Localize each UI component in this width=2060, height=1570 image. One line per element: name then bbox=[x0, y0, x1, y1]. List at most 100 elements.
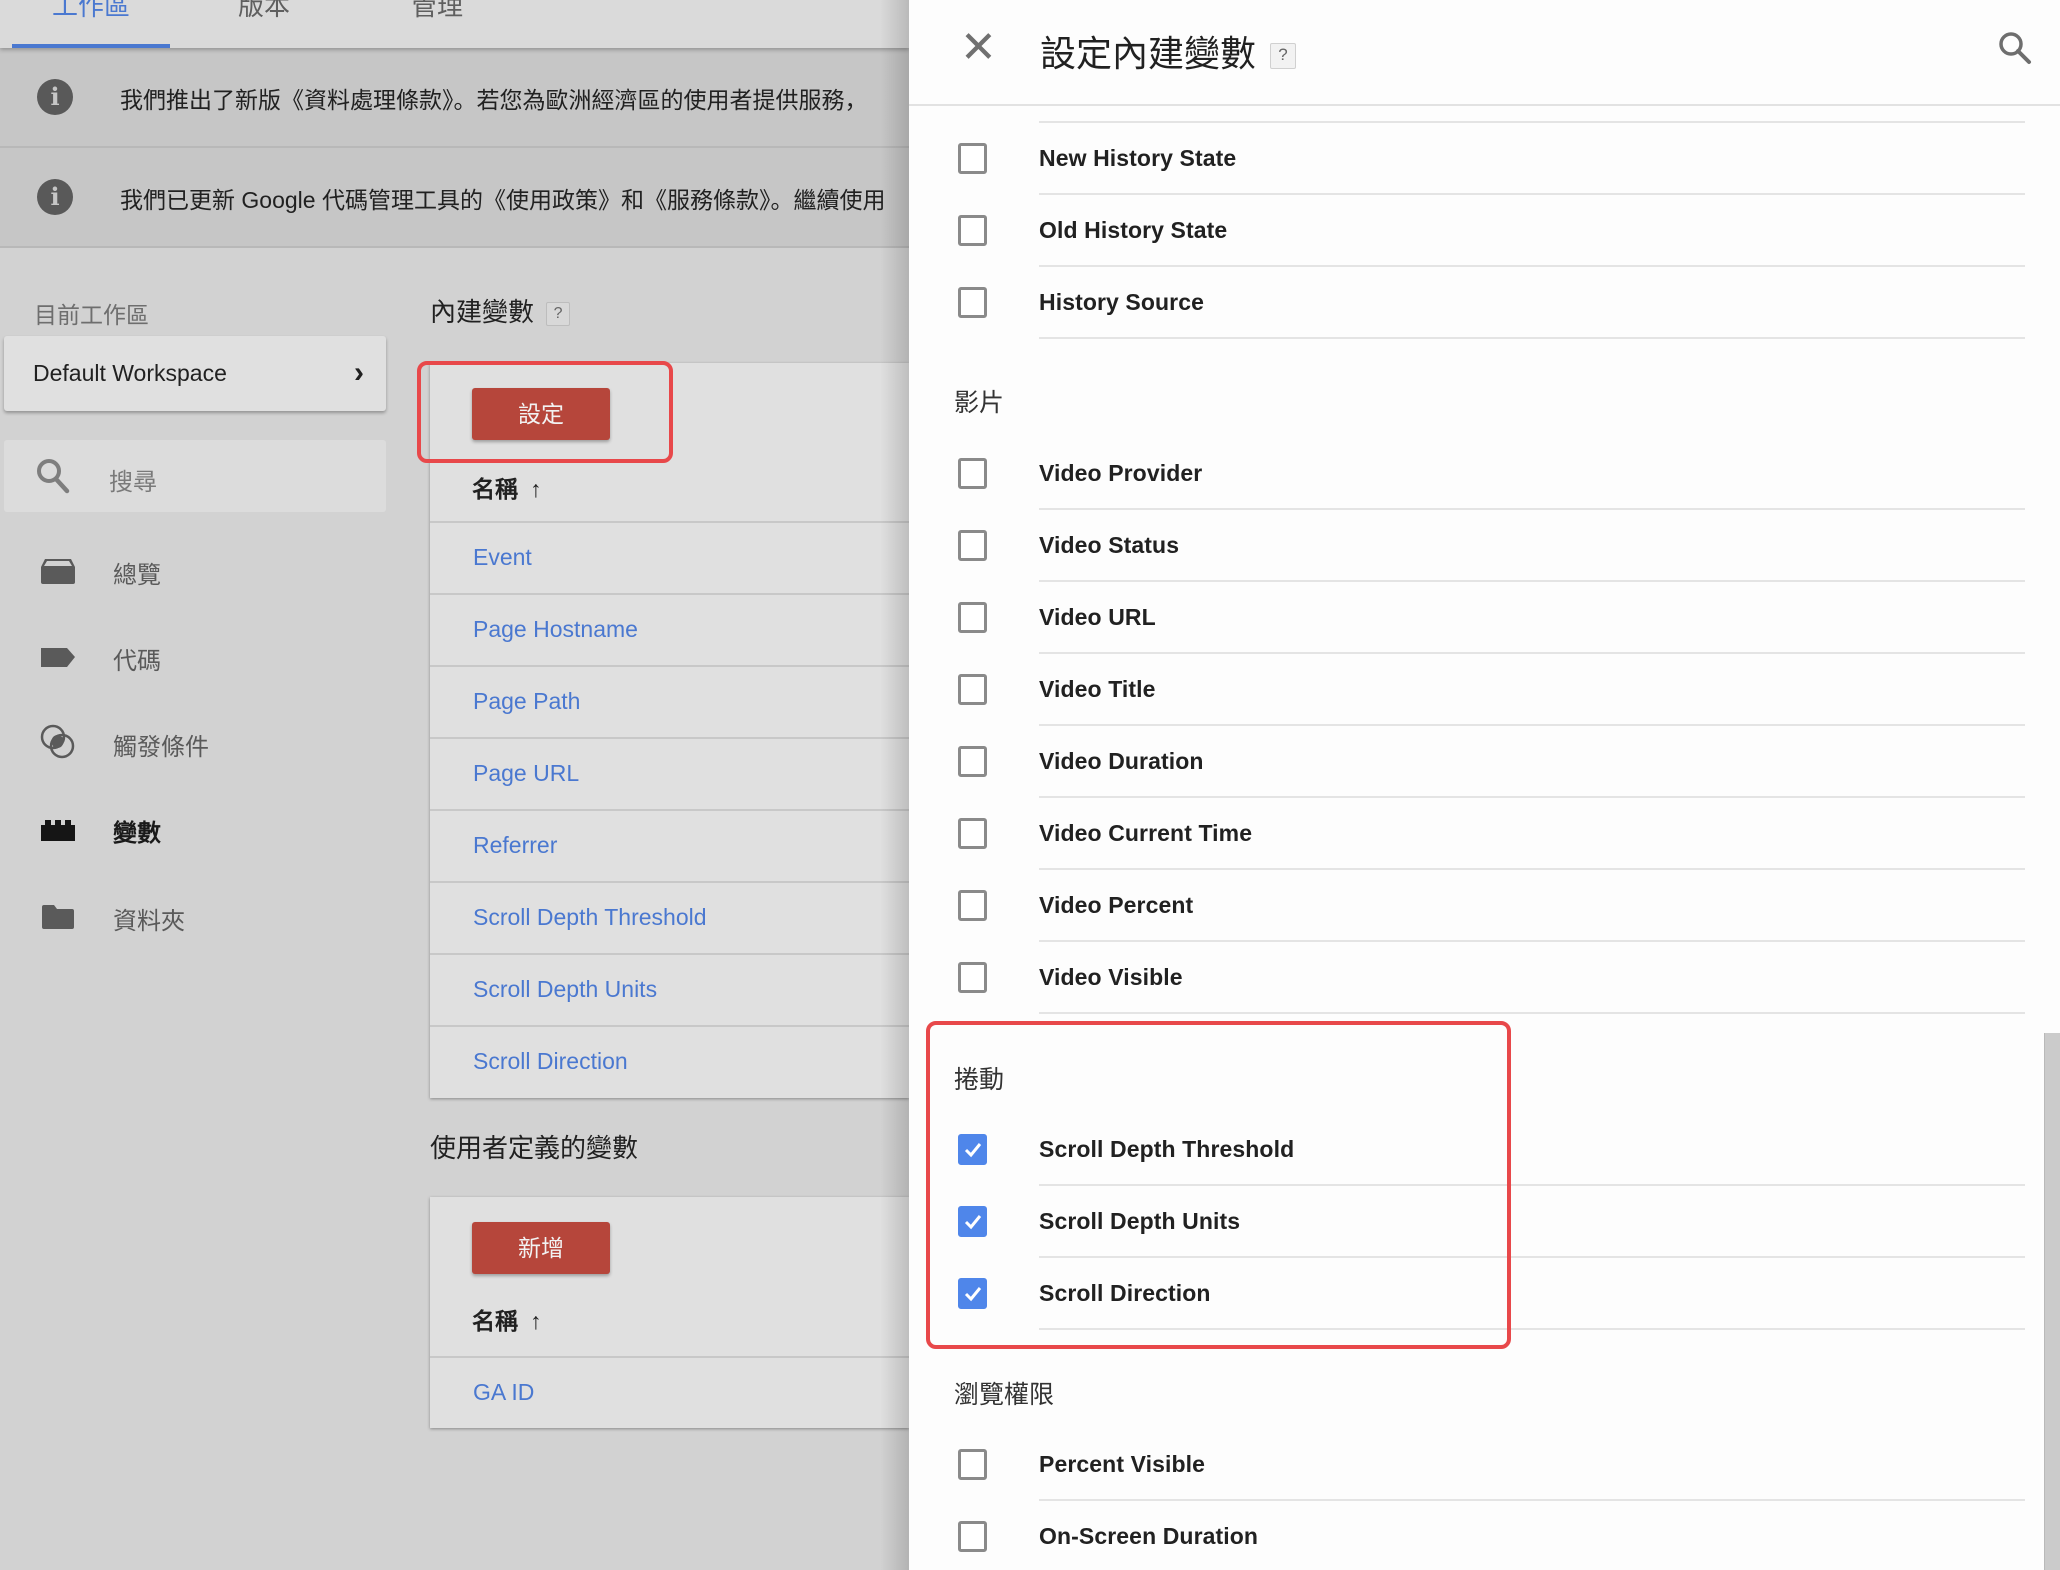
builtin-variables-title: 內建變數? bbox=[430, 292, 571, 329]
checkbox[interactable] bbox=[958, 746, 987, 777]
highlight-box-configure bbox=[417, 361, 673, 463]
trigger-icon bbox=[40, 724, 75, 759]
variable-option[interactable]: New History State bbox=[909, 122, 2039, 195]
variable-link[interactable]: Page URL bbox=[473, 760, 579, 787]
variable-option[interactable]: Video Status bbox=[909, 509, 2039, 582]
variable-option[interactable]: Video Percent bbox=[909, 869, 2039, 942]
checkbox[interactable] bbox=[958, 1449, 987, 1480]
builtin-variables-title-text: 內建變數 bbox=[430, 297, 535, 327]
tab-versions[interactable]: 版本 bbox=[238, 0, 290, 23]
variable-option[interactable]: Video Provider bbox=[909, 437, 2039, 510]
notice-text: 我們推出了新版《資料處理條款》。若您為歐洲經濟區的使用者提供服務， bbox=[120, 87, 868, 113]
variable-link[interactable]: GA ID bbox=[473, 1379, 534, 1406]
table-row: Page URL bbox=[430, 737, 909, 809]
variable-option[interactable]: Old History State bbox=[909, 194, 2039, 267]
sidebar-search-input[interactable]: 搜尋 bbox=[4, 440, 386, 512]
sidebar-item-label: 總覽 bbox=[113, 562, 161, 589]
tab-admin[interactable]: 管理 bbox=[411, 0, 463, 23]
variable-option[interactable]: Video Current Time bbox=[909, 797, 2039, 870]
variable-link[interactable]: Scroll Depth Threshold bbox=[473, 904, 707, 931]
close-icon[interactable]: ✕ bbox=[960, 24, 997, 72]
search-icon[interactable] bbox=[1998, 31, 2032, 65]
variable-option[interactable]: Video Visible bbox=[909, 941, 2039, 1014]
sidebar-item-triggers[interactable]: 觸發條件 bbox=[0, 713, 390, 773]
search-placeholder: 搜尋 bbox=[109, 469, 157, 496]
variable-option[interactable]: On-Screen Duration bbox=[909, 1500, 2039, 1570]
group-title-visibility: 瀏覽權限 bbox=[954, 1381, 1055, 1409]
info-icon: i bbox=[37, 179, 73, 215]
variable-link[interactable]: Scroll Direction bbox=[473, 1048, 628, 1075]
variable-option-label: Video URL bbox=[1039, 604, 1156, 630]
variable-option-label: New History State bbox=[1039, 145, 1237, 171]
checkbox[interactable] bbox=[958, 1521, 987, 1552]
name-column-header[interactable]: 名稱 ↑ bbox=[472, 470, 542, 504]
variable-option-label: Video Current Time bbox=[1039, 820, 1253, 846]
checkbox[interactable] bbox=[958, 530, 987, 561]
sidebar-item-label: 變數 bbox=[113, 820, 161, 847]
column-header-label: 名稱 bbox=[472, 1308, 518, 1334]
sidebar-item-variables[interactable]: 變數 bbox=[0, 799, 390, 859]
variable-link[interactable]: Event bbox=[473, 544, 532, 571]
workspace-name: Default Workspace bbox=[33, 360, 227, 386]
user-defined-variables-card: 新增 名稱 ↑ GA ID bbox=[430, 1197, 909, 1428]
panel-header: ✕ 設定內建變數? bbox=[909, 0, 2060, 106]
search-icon bbox=[37, 459, 70, 494]
variable-link[interactable]: Page Hostname bbox=[473, 616, 638, 643]
checkbox[interactable] bbox=[958, 674, 987, 705]
sort-ascending-icon: ↑ bbox=[530, 1308, 542, 1334]
variable-option[interactable]: History Source bbox=[909, 266, 2039, 339]
checkbox[interactable] bbox=[958, 602, 987, 633]
variable-option[interactable]: Video Duration bbox=[909, 725, 2039, 798]
variable-option-label: Video Duration bbox=[1039, 748, 1204, 774]
checkbox[interactable] bbox=[958, 215, 987, 246]
table-row: Referrer bbox=[430, 809, 909, 881]
panel-shadow bbox=[880, 0, 909, 1570]
checkbox[interactable] bbox=[958, 962, 987, 993]
variable-link[interactable]: Scroll Depth Units bbox=[473, 976, 657, 1003]
highlight-box-scroll-group bbox=[926, 1021, 1511, 1349]
variable-option[interactable]: Percent Visible bbox=[909, 1428, 2039, 1501]
current-workspace-label: 目前工作區 bbox=[34, 302, 149, 328]
user-defined-variables-title: 使用者定義的變數 bbox=[430, 1133, 639, 1163]
variable-option-label: Video Status bbox=[1039, 532, 1180, 558]
checkbox[interactable] bbox=[958, 287, 987, 318]
checkbox[interactable] bbox=[958, 143, 987, 174]
variable-icon bbox=[41, 820, 75, 841]
table-row: Scroll Depth Units bbox=[430, 953, 909, 1025]
sidebar-item-tags[interactable]: 代碼 bbox=[0, 627, 390, 687]
help-icon[interactable]: ? bbox=[1270, 43, 1297, 70]
sidebar-item-label: 代碼 bbox=[113, 648, 161, 675]
variable-option-label: Percent Visible bbox=[1039, 1451, 1205, 1477]
variable-link[interactable]: Referrer bbox=[473, 832, 557, 859]
table-row: Scroll Direction bbox=[430, 1025, 909, 1097]
new-variable-button[interactable]: 新增 bbox=[472, 1222, 610, 1274]
active-tab-indicator bbox=[12, 44, 170, 48]
help-icon[interactable]: ? bbox=[546, 302, 571, 327]
panel-title-text: 設定內建變數 bbox=[1040, 33, 1257, 74]
variable-option-label: History Source bbox=[1039, 289, 1205, 315]
variable-link[interactable]: Page Path bbox=[473, 688, 580, 715]
divider bbox=[1039, 337, 2025, 339]
variable-option-label: Video Visible bbox=[1039, 964, 1183, 990]
folder-icon bbox=[42, 905, 74, 929]
column-header-label: 名稱 bbox=[472, 476, 518, 502]
sidebar-item-label: 觸發條件 bbox=[113, 734, 209, 761]
workspace-selector[interactable]: Default Workspace › bbox=[4, 336, 386, 411]
table-row: Page Hostname bbox=[430, 593, 909, 665]
variable-option[interactable]: Video Title bbox=[909, 653, 2039, 726]
tab-workspace[interactable]: 工作區 bbox=[52, 0, 130, 23]
checkbox[interactable] bbox=[958, 890, 987, 921]
checkbox[interactable] bbox=[958, 818, 987, 849]
sidebar-item-overview[interactable]: 總覽 bbox=[0, 541, 390, 601]
divider bbox=[1039, 1012, 2025, 1014]
variable-option-label: Video Title bbox=[1039, 676, 1156, 702]
sidebar-item-folders[interactable]: 資料夾 bbox=[0, 887, 390, 947]
overview-icon bbox=[41, 559, 75, 584]
variable-option[interactable]: Video URL bbox=[909, 581, 2039, 654]
group-title-video: 影片 bbox=[954, 389, 1005, 417]
scrollbar[interactable] bbox=[2044, 1033, 2060, 1570]
panel-title: 設定內建變數? bbox=[1040, 25, 1297, 77]
checkbox[interactable] bbox=[958, 458, 987, 489]
name-column-header[interactable]: 名稱 ↑ bbox=[472, 1302, 542, 1336]
info-icon: i bbox=[37, 79, 73, 115]
